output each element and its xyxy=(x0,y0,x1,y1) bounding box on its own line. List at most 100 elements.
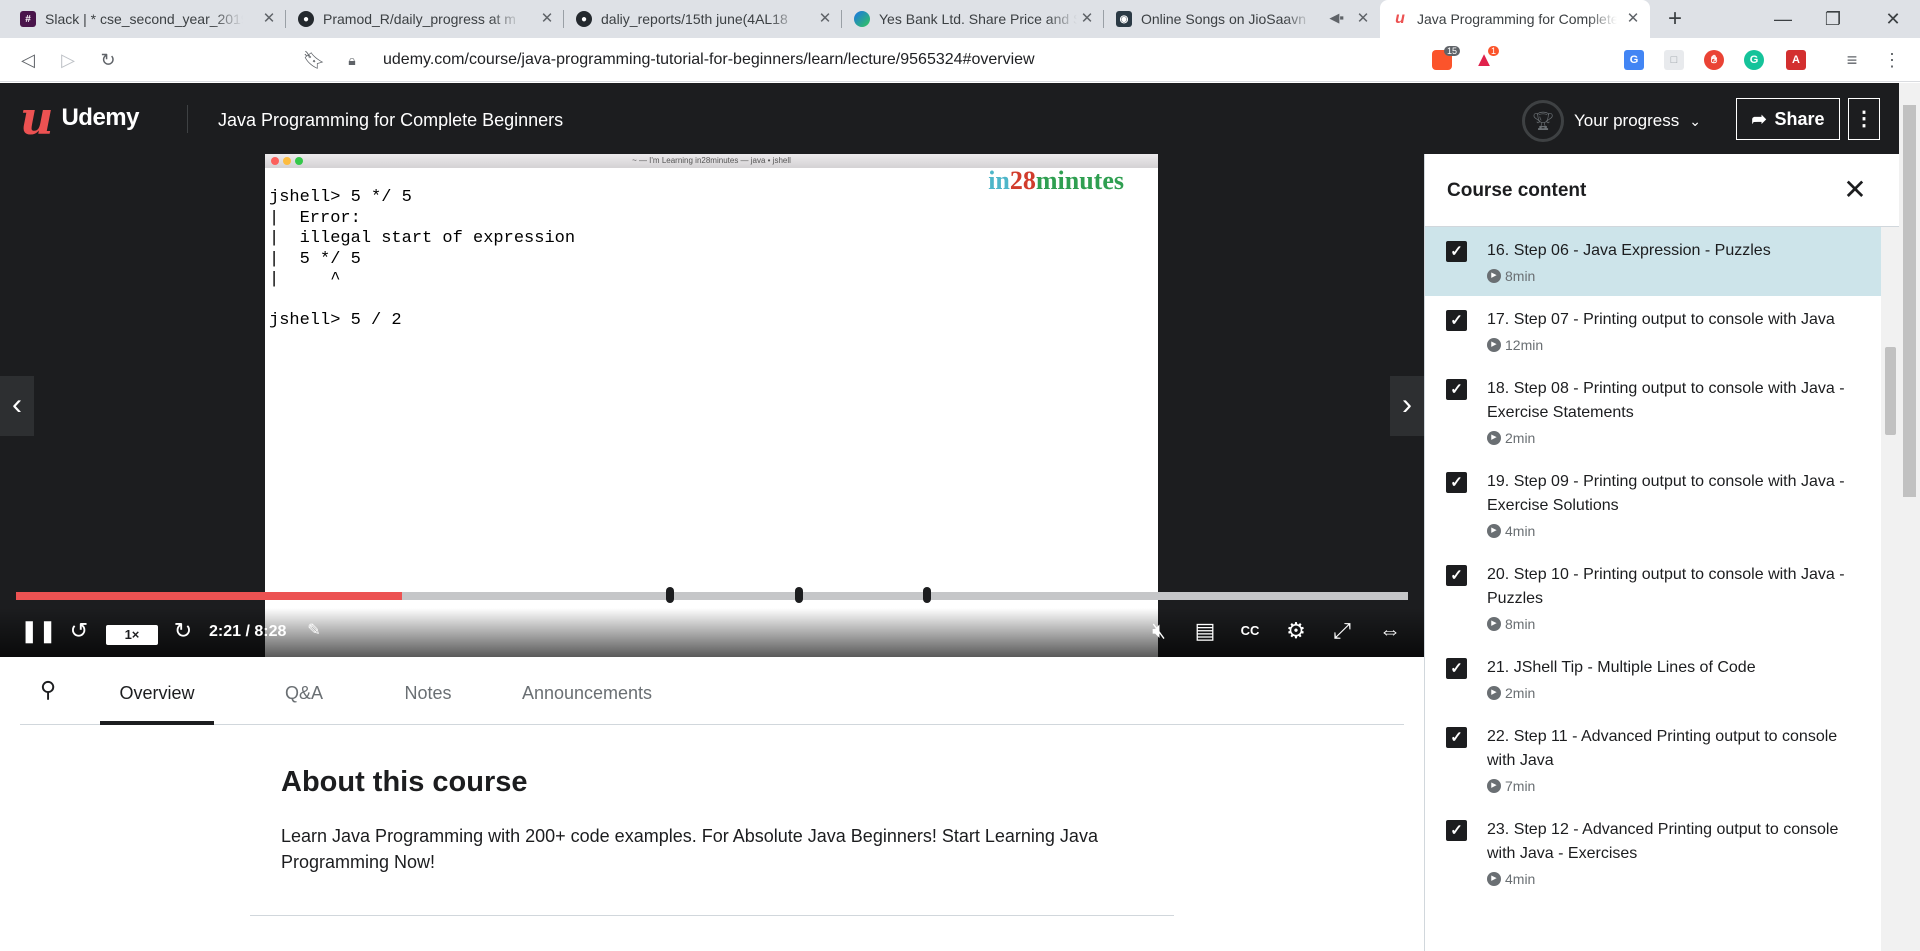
lesson-item[interactable]: ✓ 23. Step 12 - Advanced Printing output … xyxy=(1425,806,1881,899)
search-icon[interactable]: ⚲ xyxy=(40,677,66,703)
back-icon[interactable]: ◁ xyxy=(14,46,42,74)
close-icon[interactable]: ✕ xyxy=(1837,172,1873,208)
extension-icon[interactable]: □ xyxy=(1664,50,1684,70)
media-control-icon[interactable]: ≡ xyxy=(1838,46,1866,74)
page-scrollbar[interactable] xyxy=(1899,83,1920,951)
section-divider xyxy=(250,915,1174,916)
forward-icon[interactable]: ▷ xyxy=(54,46,82,74)
close-tab-icon[interactable]: ✕ xyxy=(260,10,278,28)
lesson-item[interactable]: ✓ 21. JShell Tip - Multiple Lines of Code… xyxy=(1425,644,1881,713)
rewind-icon[interactable]: ↺ xyxy=(64,616,94,646)
expand-icon[interactable]: ⇔ xyxy=(1373,616,1407,646)
share-button[interactable]: ➦ Share xyxy=(1736,98,1840,140)
duration-text: 12min xyxy=(1505,337,1544,353)
browser-tab-title: Yes Bank Ltd. Share Price and S xyxy=(879,11,1077,27)
rewards-badge: 1 xyxy=(1488,46,1500,56)
course-title[interactable]: Java Programming for Complete Beginners xyxy=(218,110,563,131)
browser-tab-active[interactable]: u Java Programming for Complete ✕ xyxy=(1380,0,1650,38)
udemy-logo[interactable]: u Udemy xyxy=(20,91,139,145)
forward-icon[interactable]: ↻ xyxy=(168,616,198,646)
lesson-item[interactable]: ✓ 20. Step 10 - Printing output to consol… xyxy=(1425,551,1881,644)
reload-icon[interactable]: ↻ xyxy=(94,46,122,74)
browser-tab[interactable]: ● Pramod_R/daily_progress at m ✕ xyxy=(286,0,564,38)
close-tab-icon[interactable]: ✕ xyxy=(1354,10,1372,28)
close-tab-icon[interactable]: ✕ xyxy=(538,10,556,28)
completed-checkbox-icon[interactable]: ✓ xyxy=(1446,310,1467,331)
completed-checkbox-icon[interactable]: ✓ xyxy=(1446,658,1467,679)
video-player[interactable]: ~ — I'm Learning in28minutes — java • js… xyxy=(0,154,1424,657)
close-tab-icon[interactable]: ✕ xyxy=(1624,10,1642,28)
volume-icon[interactable]: 🔇︎ xyxy=(1144,616,1174,646)
close-tab-icon[interactable]: ✕ xyxy=(816,10,834,28)
close-window-icon[interactable]: ✕ xyxy=(1870,0,1916,38)
completed-checkbox-icon[interactable]: ✓ xyxy=(1446,727,1467,748)
pdf-icon[interactable]: A xyxy=(1786,50,1806,70)
address-bar[interactable]: udemy.com/course/java-programming-tutori… xyxy=(383,46,1461,74)
tab-overview[interactable]: Overview xyxy=(100,657,214,725)
chapter-marker[interactable] xyxy=(795,587,803,603)
play-icon: ▶ xyxy=(1487,779,1501,793)
minimize-icon[interactable]: — xyxy=(1760,0,1806,38)
lesson-item[interactable]: ✓ 19. Step 09 - Printing output to consol… xyxy=(1425,458,1881,551)
lesson-item[interactable]: ✓ 22. Step 11 - Advanced Printing output … xyxy=(1425,713,1881,806)
course-header: u Udemy Java Programming for Complete Be… xyxy=(0,83,1899,154)
fullscreen-icon[interactable]: ⤢ xyxy=(1327,616,1357,646)
completed-checkbox-icon[interactable]: ✓ xyxy=(1446,379,1467,400)
add-note-icon[interactable]: ✎ xyxy=(302,616,326,646)
browser-tab[interactable]: ● daliy_reports/15th june(4AL18 ✕ xyxy=(564,0,842,38)
tab-notes[interactable]: Notes xyxy=(382,657,474,725)
browser-tab-title: daliy_reports/15th june(4AL18 xyxy=(601,11,788,27)
adblock-icon[interactable]: ✋︎ xyxy=(1704,50,1724,70)
chevron-down-icon: ⌄ xyxy=(1689,112,1701,129)
terminal-line: | 5 */ 5 xyxy=(269,249,361,269)
browser-tab-title: Slack | * cse_second_year_2019 xyxy=(45,11,243,27)
udemy-logo-icon: u xyxy=(20,91,54,145)
browser-tab[interactable]: ◉ Online Songs on JioSaavn ◀▪ ✕ xyxy=(1104,0,1380,38)
completed-checkbox-icon[interactable]: ✓ xyxy=(1446,565,1467,586)
scrollbar-thumb[interactable] xyxy=(1885,347,1896,435)
your-progress-button[interactable]: 🏆︎ Your progress ⌄ xyxy=(1522,100,1701,142)
transcript-icon[interactable]: ▤ xyxy=(1190,616,1220,646)
grammarly-icon[interactable]: G xyxy=(1744,50,1764,70)
playback-rate-button[interactable]: 1× xyxy=(106,625,158,645)
browser-menu-icon[interactable]: ⋮ xyxy=(1878,46,1906,74)
completed-checkbox-icon[interactable]: ✓ xyxy=(1446,472,1467,493)
udemy-favicon-icon: u xyxy=(1395,10,1405,27)
restore-icon[interactable]: ❐ xyxy=(1810,0,1856,38)
lesson-list: ✓ 16. Step 06 - Java Expression - Puzzles… xyxy=(1425,227,1881,899)
lesson-item[interactable]: ✓ 17. Step 07 - Printing output to consol… xyxy=(1425,296,1881,365)
new-tab-icon[interactable]: + xyxy=(1660,4,1690,34)
sidebar-title: Course content xyxy=(1447,180,1587,201)
translate-icon[interactable]: G xyxy=(1624,50,1644,70)
scrollbar-thumb[interactable] xyxy=(1903,105,1916,497)
brave-shield-badge: 15 xyxy=(1444,46,1461,56)
duration-text: 7min xyxy=(1505,778,1536,794)
captions-icon[interactable]: CC xyxy=(1235,616,1265,646)
previous-lecture-button[interactable]: ‹ xyxy=(0,376,34,436)
duration-text: 2min xyxy=(1505,430,1536,446)
chapter-marker[interactable] xyxy=(666,587,674,603)
close-tab-icon[interactable]: ✕ xyxy=(1078,10,1096,28)
completed-checkbox-icon[interactable]: ✓ xyxy=(1446,241,1467,262)
pause-icon[interactable]: ❚❚ xyxy=(20,616,57,646)
play-icon: ▶ xyxy=(1487,686,1501,700)
lesson-item[interactable]: ✓ 16. Step 06 - Java Expression - Puzzles… xyxy=(1425,227,1881,296)
completed-checkbox-icon[interactable]: ✓ xyxy=(1446,820,1467,841)
lesson-item[interactable]: ✓ 18. Step 08 - Printing output to consol… xyxy=(1425,365,1881,458)
zoom-dot-icon xyxy=(295,157,303,165)
browser-tab[interactable]: # Slack | * cse_second_year_2019 ✕ xyxy=(8,0,286,38)
speaker-mute-icon[interactable]: ◀▪ xyxy=(1329,10,1344,26)
course-description: Learn Java Programming with 200+ code ex… xyxy=(281,826,1098,872)
next-lecture-button[interactable]: › xyxy=(1390,376,1424,436)
browser-tab[interactable]: Yes Bank Ltd. Share Price and S ✕ xyxy=(842,0,1104,38)
sidebar-scrollbar[interactable] xyxy=(1881,227,1899,951)
duration-text: 4min xyxy=(1505,871,1536,887)
lesson-title: 17. Step 07 - Printing output to console… xyxy=(1487,311,1835,328)
settings-icon[interactable]: ⚙ xyxy=(1281,616,1311,646)
chapter-marker[interactable] xyxy=(923,587,931,603)
more-options-button[interactable]: ⋮ xyxy=(1848,98,1880,140)
tab-announcements[interactable]: Announcements xyxy=(502,657,672,725)
bookmark-icon[interactable]: 🔖︎ xyxy=(300,46,328,74)
tab-qa[interactable]: Q&A xyxy=(256,657,352,725)
